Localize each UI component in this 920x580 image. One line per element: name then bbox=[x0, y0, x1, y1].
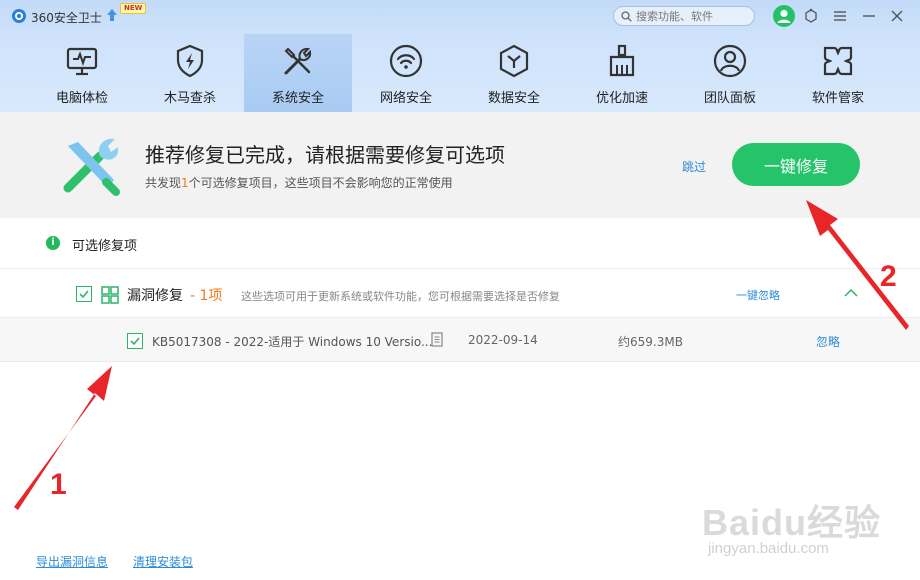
nav-item-pc-checkup[interactable]: 电脑体检 bbox=[28, 34, 136, 112]
nav-item-trojan-scan[interactable]: 木马查杀 bbox=[136, 34, 244, 112]
broom-icon bbox=[609, 44, 635, 77]
checkmark-icon bbox=[130, 337, 140, 346]
details-doc-icon[interactable] bbox=[431, 332, 443, 347]
banner-title: 推荐修复已完成，请根据需要修复可选项 bbox=[145, 143, 505, 167]
apps-icon bbox=[823, 46, 853, 76]
patch-name: KB5017308 - 2022-适用于 Windows 10 Versio..… bbox=[152, 335, 433, 349]
wifi-icon bbox=[389, 44, 423, 78]
new-badge: NEW bbox=[120, 3, 147, 14]
ignore-link[interactable]: 忽略 bbox=[816, 333, 840, 350]
group-title: 漏洞修复 bbox=[127, 288, 183, 304]
360-logo-icon bbox=[12, 9, 26, 23]
nav-item-software-manager[interactable]: 软件管家 bbox=[784, 34, 892, 112]
repair-tools-icon bbox=[63, 138, 120, 196]
app-header: 360安全卫士 NEW 搜索功能、软件 电脑体检 木马查杀 系统安全 网络安全 … bbox=[0, 0, 920, 112]
app-title: 360安全卫士 bbox=[31, 11, 102, 25]
cube-icon bbox=[499, 44, 529, 78]
section-title: 可选修复项 bbox=[72, 239, 138, 254]
checkmark-icon bbox=[79, 290, 89, 299]
nav-item-optimize[interactable]: 优化加速 bbox=[568, 34, 676, 112]
repair-banner: 推荐修复已完成，请根据需要修复可选项 共发现1个可选修复项目，这些项目不会影响您… bbox=[0, 112, 920, 218]
monitor-icon bbox=[66, 47, 98, 76]
title-bar: 360安全卫士 NEW bbox=[0, 0, 920, 34]
vulnerability-group-row: 漏洞修复 - 1项 这些选项可用于更新系统或软件功能，您可根据需要选择是否修复 … bbox=[0, 268, 920, 318]
nav-label: 优化加速 bbox=[595, 91, 648, 106]
marker-1: 1 bbox=[50, 468, 67, 501]
patch-date: 2022-09-14 bbox=[468, 333, 538, 347]
baidu-watermark-url: jingyan.baidu.com bbox=[708, 540, 829, 557]
menu-icon[interactable] bbox=[831, 7, 849, 25]
update-arrow-icon[interactable] bbox=[106, 8, 118, 22]
shield-bolt-icon bbox=[176, 44, 204, 78]
baidu-watermark: Baidu经验 bbox=[702, 502, 882, 543]
skip-link[interactable]: 跳过 bbox=[682, 158, 706, 175]
list-item: KB5017308 - 2022-适用于 Windows 10 Versio..… bbox=[0, 318, 920, 362]
search-box[interactable] bbox=[613, 6, 755, 26]
nav-item-team-panel[interactable]: 团队面板 bbox=[676, 34, 784, 112]
patch-size: 约659.3MB bbox=[618, 335, 683, 349]
main-nav: 电脑体检 木马查杀 系统安全 网络安全 数据安全 优化加速 团队面板 软件管家 bbox=[28, 34, 892, 112]
nav-item-data-security[interactable]: 数据安全 bbox=[460, 34, 568, 112]
chevron-up-icon[interactable] bbox=[844, 288, 858, 298]
nav-item-network-security[interactable]: 网络安全 bbox=[352, 34, 460, 112]
nav-label: 网络安全 bbox=[379, 91, 432, 106]
info-icon: i bbox=[46, 236, 60, 250]
marker-2: 2 bbox=[880, 260, 897, 293]
item-checkbox[interactable] bbox=[127, 333, 143, 349]
windows-icon bbox=[101, 286, 119, 304]
one-click-repair-button[interactable]: 一键修复 bbox=[732, 143, 860, 186]
nav-label: 团队面板 bbox=[703, 91, 756, 106]
group-count: - 1项 bbox=[190, 288, 223, 304]
minimize-icon[interactable] bbox=[860, 7, 878, 25]
subtitle-count: 1 bbox=[181, 176, 189, 190]
search-input[interactable] bbox=[636, 8, 750, 24]
optional-section-header: i 可选修复项 bbox=[0, 218, 920, 268]
group-description: 这些选项可用于更新系统或软件功能，您可根据需要选择是否修复 bbox=[241, 290, 560, 303]
group-checkbox[interactable] bbox=[76, 286, 92, 302]
user-icon bbox=[777, 9, 791, 23]
nav-item-system-security[interactable]: 系统安全 bbox=[244, 34, 352, 112]
nav-label: 电脑体检 bbox=[55, 91, 108, 106]
nav-label: 系统安全 bbox=[271, 91, 324, 106]
nav-label: 木马查杀 bbox=[163, 91, 216, 106]
nav-label: 软件管家 bbox=[811, 91, 864, 106]
nav-label: 数据安全 bbox=[487, 91, 540, 106]
search-icon bbox=[621, 11, 632, 22]
close-icon[interactable] bbox=[888, 7, 906, 25]
user-avatar[interactable] bbox=[773, 5, 795, 27]
banner-subtitle: 共发现1个可选修复项目，这些项目不会影响您的正常使用 bbox=[145, 174, 453, 191]
subtitle-suffix: 个可选修复项目，这些项目不会影响您的正常使用 bbox=[188, 176, 453, 190]
clean-installers-link[interactable]: 清理安装包 bbox=[133, 553, 193, 570]
ignore-all-link[interactable]: 一键忽略 bbox=[736, 287, 780, 303]
user-circle-icon bbox=[713, 44, 747, 78]
tools-icon bbox=[284, 47, 312, 75]
subtitle-prefix: 共发现 bbox=[145, 176, 182, 190]
skin-icon[interactable] bbox=[802, 7, 820, 25]
export-vuln-info-link[interactable]: 导出漏洞信息 bbox=[36, 553, 108, 570]
